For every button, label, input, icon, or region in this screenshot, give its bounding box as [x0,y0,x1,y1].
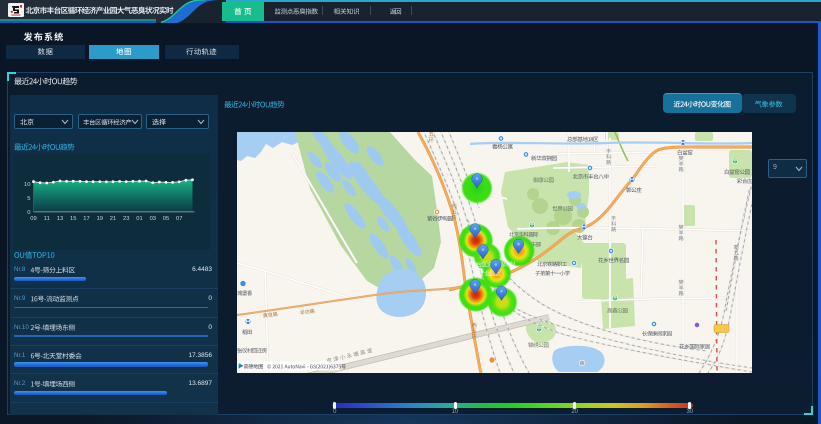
svg-text:10: 10 [24,182,30,188]
svg-text:09: 09 [30,216,36,222]
svg-text:21: 21 [110,216,116,222]
svg-text:5: 5 [27,196,30,202]
svg-text:01: 01 [136,216,142,222]
svg-text:03: 03 [150,216,156,222]
svg-text:13: 13 [57,216,63,222]
svg-text:11: 11 [44,216,50,222]
svg-text:0: 0 [27,209,30,215]
svg-text:23: 23 [123,216,129,222]
svg-text:17: 17 [83,216,89,222]
svg-text:19: 19 [97,216,103,222]
svg-text:15: 15 [70,216,76,222]
svg-text:07: 07 [176,216,182,222]
svg-text:05: 05 [163,216,169,222]
